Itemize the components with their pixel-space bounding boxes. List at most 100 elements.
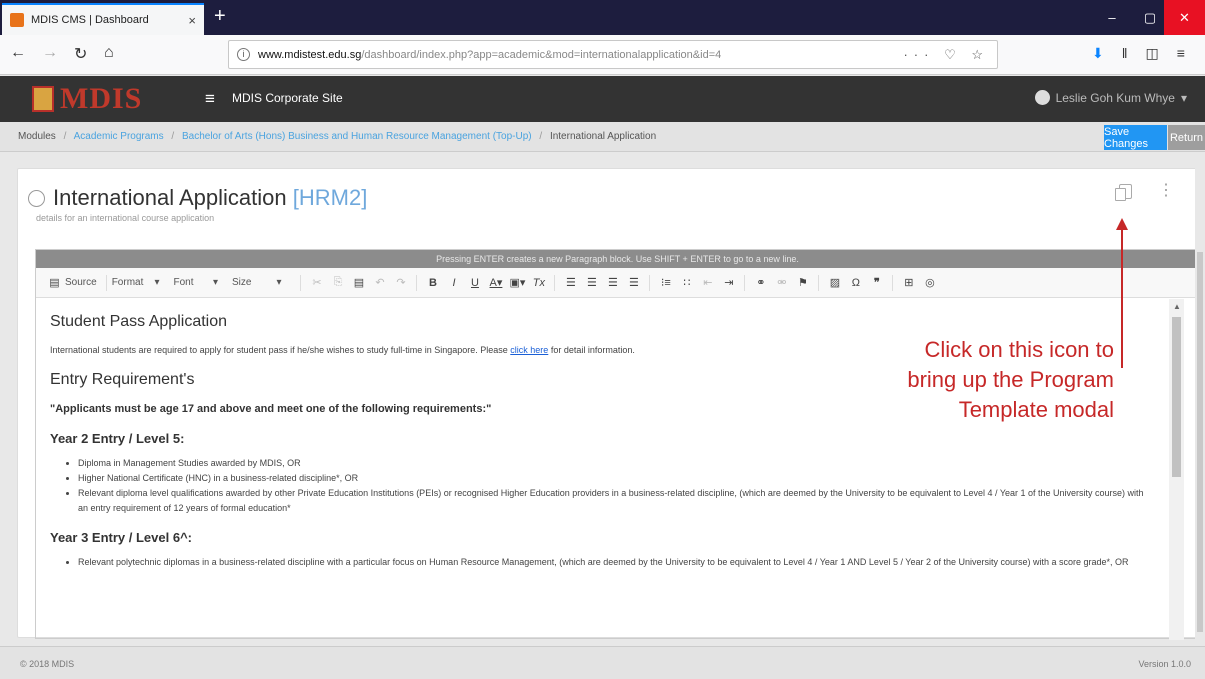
click-here-link[interactable]: click here [510, 345, 548, 355]
window-close-button[interactable]: ✕ [1164, 0, 1205, 35]
editor-toolbar: ▤ Source Format ▾ Font ▾ Size ▾ ✂ ⎘ ▤ ↶ ↷… [36, 268, 1199, 298]
align-center-icon[interactable]: ☰ [584, 276, 599, 289]
student-pass-text: International students are required to a… [50, 345, 508, 355]
font-select[interactable]: Font ▾ [174, 277, 218, 288]
cut-icon[interactable]: ✂ [309, 276, 324, 289]
breadcrumb-separator: / [171, 131, 175, 142]
annotation-arrow [1116, 218, 1128, 368]
copy-icon[interactable]: ⎘ [330, 276, 345, 289]
toolbar-separator [818, 274, 820, 291]
user-name: Leslie Goh Kum Whye [1055, 90, 1175, 105]
return-button[interactable]: Return [1168, 125, 1205, 150]
sidebar-icon[interactable]: ◫ [1146, 45, 1159, 62]
breadcrumb-program[interactable]: Bachelor of Arts (Hons) Business and Hum… [182, 131, 532, 142]
site-name-link[interactable]: MDIS Corporate Site [232, 91, 343, 105]
version-text: Version 1.0.0 [1138, 659, 1191, 669]
paste-icon[interactable]: ▤ [351, 276, 366, 289]
favicon-icon [10, 13, 24, 27]
toolbar-separator [105, 274, 107, 291]
redo-icon[interactable]: ↷ [393, 276, 408, 289]
breadcrumb-separator: / [539, 131, 543, 142]
italic-icon[interactable]: I [446, 277, 461, 289]
source-button[interactable]: ▤ Source [44, 276, 97, 289]
size-label: Size [231, 277, 252, 288]
url-path: /dashboard/index.php?app=academic&mod=in… [361, 48, 722, 61]
align-left-icon[interactable]: ☰ [563, 276, 578, 289]
student-pass-text-end: for detail information. [550, 345, 635, 355]
page-actions-icon[interactable]: ··· ♡ ☆ [903, 47, 989, 63]
globe-icon [28, 190, 45, 207]
browser-toolbar-right: ⬇ ‖ ◫ ≡ [1092, 45, 1185, 62]
hamburger-menu-icon[interactable]: ≡ [205, 89, 215, 109]
bulleted-list-icon[interactable]: ∷ [679, 276, 694, 289]
outdent-icon[interactable]: ⇤ [700, 276, 715, 289]
annotation-line-3: Template modal [958, 397, 1114, 422]
text-color-icon[interactable]: A▾ [488, 276, 503, 289]
downloads-icon[interactable]: ⬇ [1092, 45, 1104, 62]
breadcrumb-root: Modules [18, 131, 56, 142]
background-color-icon[interactable]: ▣▾ [509, 276, 525, 289]
remove-format-icon[interactable]: Tx [531, 277, 546, 289]
font-label: Font [173, 277, 194, 288]
browser-tabstrip: MDIS CMS | Dashboard × + – ▢ ✕ [0, 0, 1205, 35]
breadcrumb: Modules / Academic Programs / Bachelor o… [18, 131, 656, 142]
breadcrumb-academic-programs[interactable]: Academic Programs [74, 131, 164, 142]
copy-template-icon[interactable] [1115, 184, 1132, 201]
url-bar[interactable]: i www.mdistest.edu.sg /dashboard/index.p… [228, 40, 998, 69]
image-icon[interactable]: ▨ [827, 276, 842, 289]
list-item: Higher National Certificate (HNC) in a b… [78, 471, 1155, 486]
menu-icon[interactable]: ≡ [1177, 45, 1185, 62]
browser-tab[interactable]: MDIS CMS | Dashboard × [2, 3, 204, 35]
forward-icon[interactable]: → [42, 44, 58, 62]
user-menu[interactable]: Leslie Goh Kum Whye ▾ [1034, 90, 1187, 105]
unlink-icon[interactable]: ⚮ [774, 276, 789, 289]
library-icon[interactable]: ‖ [1122, 45, 1128, 62]
toolbar-separator [744, 274, 746, 291]
back-icon[interactable]: ← [10, 44, 26, 62]
page-scroll-thumb[interactable] [1197, 252, 1203, 632]
mdis-logo[interactable]: MDIS [32, 82, 142, 116]
blockquote-icon[interactable]: ❞ [869, 276, 884, 289]
format-label: Format [111, 277, 144, 288]
table-icon[interactable]: ⊞ [901, 276, 916, 289]
annotation-callout: Click on this icon to bring up the Progr… [808, 335, 1114, 425]
heading-student-pass: Student Pass Application [50, 313, 228, 330]
align-justify-icon[interactable]: ☰ [626, 276, 641, 289]
size-select[interactable]: Size ▾ [232, 277, 281, 288]
special-char-icon[interactable]: Ω [848, 277, 863, 289]
link-icon[interactable]: ⚭ [753, 276, 768, 289]
page-scrollbar[interactable] [1195, 152, 1205, 639]
annotation-line-2: bring up the Program [907, 367, 1114, 392]
home-icon[interactable]: ⌂ [104, 44, 114, 62]
list-item: Diploma in Management Studies awarded by… [78, 456, 1155, 471]
toolbar-separator [416, 274, 418, 291]
editor-scrollbar[interactable]: ▲ [1169, 299, 1184, 640]
app-header: MDIS ≡ MDIS Corporate Site Leslie Goh Ku… [0, 76, 1205, 122]
breadcrumb-bar: Modules / Academic Programs / Bachelor o… [0, 122, 1205, 152]
annotation-line-1: Click on this icon to [924, 337, 1114, 362]
iframe-icon[interactable]: ◎ [922, 276, 937, 289]
source-label: Source [65, 277, 97, 288]
editor-scroll-thumb[interactable] [1172, 317, 1181, 477]
browser-navbar: ← → ↻ ⌂ i www.mdistest.edu.sg /dashboard… [0, 35, 1205, 75]
anchor-flag-icon[interactable]: ⚑ [795, 276, 810, 289]
numbered-list-icon[interactable]: ⁝≡ [658, 276, 673, 289]
toolbar-separator [649, 274, 651, 291]
bold-icon[interactable]: B [425, 277, 440, 289]
reload-icon[interactable]: ↻ [74, 44, 87, 64]
caret-down-icon: ▾ [1180, 90, 1187, 105]
align-right-icon[interactable]: ☰ [605, 276, 620, 289]
format-select[interactable]: Format ▾ [112, 277, 160, 288]
rich-text-editor: Pressing ENTER creates a new Paragraph b… [35, 249, 1200, 640]
new-tab-icon[interactable]: + [214, 5, 226, 27]
user-avatar-icon [1034, 90, 1050, 105]
site-info-icon[interactable]: i [237, 48, 250, 61]
tab-title: MDIS CMS | Dashboard [31, 14, 149, 26]
save-changes-button[interactable]: Save Changes [1104, 125, 1167, 150]
indent-icon[interactable]: ⇥ [721, 276, 736, 289]
underline-icon[interactable]: U [467, 277, 482, 289]
scroll-up-icon[interactable]: ▲ [1173, 302, 1181, 311]
more-options-icon[interactable]: ⋮ [1158, 183, 1174, 199]
tab-close-icon[interactable]: × [188, 13, 196, 28]
undo-icon[interactable]: ↶ [372, 276, 387, 289]
